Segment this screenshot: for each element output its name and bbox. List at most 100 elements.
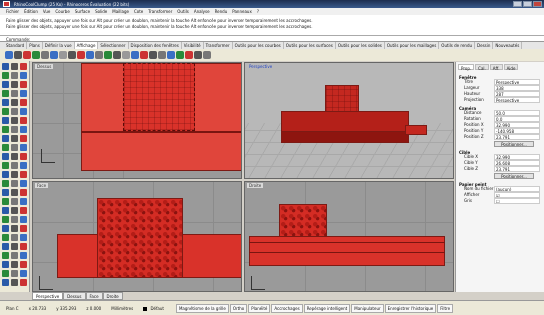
toolbar-tab[interactable]: Affichage [74,42,99,49]
tool-icon[interactable] [2,99,9,106]
tool-icon[interactable] [11,135,18,142]
tab-help[interactable]: Aide [503,64,519,71]
tool-icon[interactable] [20,261,27,268]
status-toggle[interactable]: Ortho [229,303,248,313]
tool-icon[interactable] [20,162,27,169]
toolbar-tab[interactable]: Outils pour les surfaces [284,42,336,49]
tool-icon[interactable] [20,108,27,115]
status-toggle[interactable]: Repérage intelligent [303,303,351,313]
status-toggle[interactable]: Accrochages [271,303,303,313]
tool-icon[interactable] [2,126,9,133]
viewport-right[interactable]: Droite [244,181,454,292]
tool-icon[interactable] [20,63,27,70]
tool-icon[interactable] [11,162,18,169]
viewport-front[interactable]: Face [32,181,242,292]
toolbar-tab[interactable]: Outils pour les maillages [385,42,440,49]
tool-icon[interactable] [2,162,9,169]
toolbar-tab[interactable]: Disposition des fenêtres [129,42,182,49]
toolbar-tool-icon[interactable] [194,51,202,59]
tool-icon[interactable] [11,81,18,88]
tool-icon[interactable] [2,189,9,196]
toolbar-tool-icon[interactable] [203,51,211,59]
property-value[interactable]: Perspective [494,97,540,103]
tool-icon[interactable] [2,63,9,70]
toolbar-tool-icon[interactable] [41,51,49,59]
toolbar-tool-icon[interactable] [131,51,139,59]
toolbar-tool-icon[interactable] [68,51,76,59]
viewport-top[interactable]: Dessus [32,62,242,179]
tool-icon[interactable] [2,153,9,160]
tool-icon[interactable] [20,180,27,187]
tool-icon[interactable] [11,261,18,268]
tool-icon[interactable] [20,189,27,196]
status-layer[interactable]: Défaut [141,305,168,312]
tool-icon[interactable] [2,108,9,115]
tool-icon[interactable] [20,153,27,160]
tool-icon[interactable] [20,99,27,106]
tool-icon[interactable] [2,270,9,277]
maximize-button[interactable] [523,1,532,7]
tool-icon[interactable] [2,252,9,259]
tool-icon[interactable] [11,90,18,97]
tool-icon[interactable] [11,108,18,115]
tool-icon[interactable] [20,243,27,250]
tool-icon[interactable] [11,207,18,214]
toolbar-tool-icon[interactable] [86,51,94,59]
viewport-label-top[interactable]: Dessus [35,64,54,69]
tool-icon[interactable] [11,216,18,223]
viewport-label-perspective[interactable]: Perspective [247,64,274,69]
tool-icon[interactable] [2,198,9,205]
tool-icon[interactable] [2,279,9,286]
toolbar-tab[interactable]: Transformer [204,42,233,49]
toolbar-tool-icon[interactable] [32,51,40,59]
tool-icon[interactable] [20,234,27,241]
toolbar-tool-icon[interactable] [176,51,184,59]
tool-icon[interactable] [20,198,27,205]
tool-icon[interactable] [2,72,9,79]
tool-icon[interactable] [11,243,18,250]
tool-icon[interactable] [11,153,18,160]
status-toggle[interactable]: Enregistrer l'historique [384,303,437,313]
toolbar-tab[interactable]: Nouveautés [493,42,523,49]
tool-icon[interactable] [20,144,27,151]
toolbar-tool-icon[interactable] [149,51,157,59]
status-toggle[interactable]: Manipulateur [351,303,384,313]
toolbar-tool-icon[interactable] [14,51,22,59]
tool-icon[interactable] [11,126,18,133]
toolbar-tab[interactable]: Outils pour les courbes [233,42,284,49]
toolbar-tool-icon[interactable] [77,51,85,59]
tool-icon[interactable] [11,252,18,259]
tool-icon[interactable] [2,243,9,250]
tool-icon[interactable] [11,99,18,106]
tool-icon[interactable] [2,180,9,187]
toolbar-tab[interactable]: Sélectionner [98,42,129,49]
viewport-tab[interactable]: Face [85,292,103,300]
tool-icon[interactable] [20,126,27,133]
property-value[interactable]: ☐ [494,198,540,204]
viewport-tab[interactable]: Dessus [63,292,86,300]
tool-icon[interactable] [2,81,9,88]
tab-layers[interactable]: Cal. [475,64,489,71]
tool-icon[interactable] [11,225,18,232]
tool-icon[interactable] [20,270,27,277]
toolbar-tool-icon[interactable] [104,51,112,59]
toolbar-tab[interactable]: Outils de rendu [439,42,476,49]
tab-display[interactable]: Aff. [489,64,503,71]
toolbar-tool-icon[interactable] [158,51,166,59]
tool-icon[interactable] [11,198,18,205]
property-value[interactable]: 23.791 [494,166,540,172]
tool-icon[interactable] [11,180,18,187]
tool-icon[interactable] [2,90,9,97]
tool-icon[interactable] [20,117,27,124]
toolbar-tool-icon[interactable] [95,51,103,59]
tool-icon[interactable] [2,117,9,124]
toolbar-tool-icon[interactable] [122,51,130,59]
tool-icon[interactable] [11,144,18,151]
toolbar-tool-icon[interactable] [113,51,121,59]
tool-icon[interactable] [11,234,18,241]
viewport-tab[interactable]: Droite [102,292,123,300]
toolbar-tab[interactable]: Visibilité [182,42,204,49]
tab-properties[interactable]: Prop. [458,64,475,71]
toolbar-tool-icon[interactable] [59,51,67,59]
toolbar-tool-icon[interactable] [185,51,193,59]
